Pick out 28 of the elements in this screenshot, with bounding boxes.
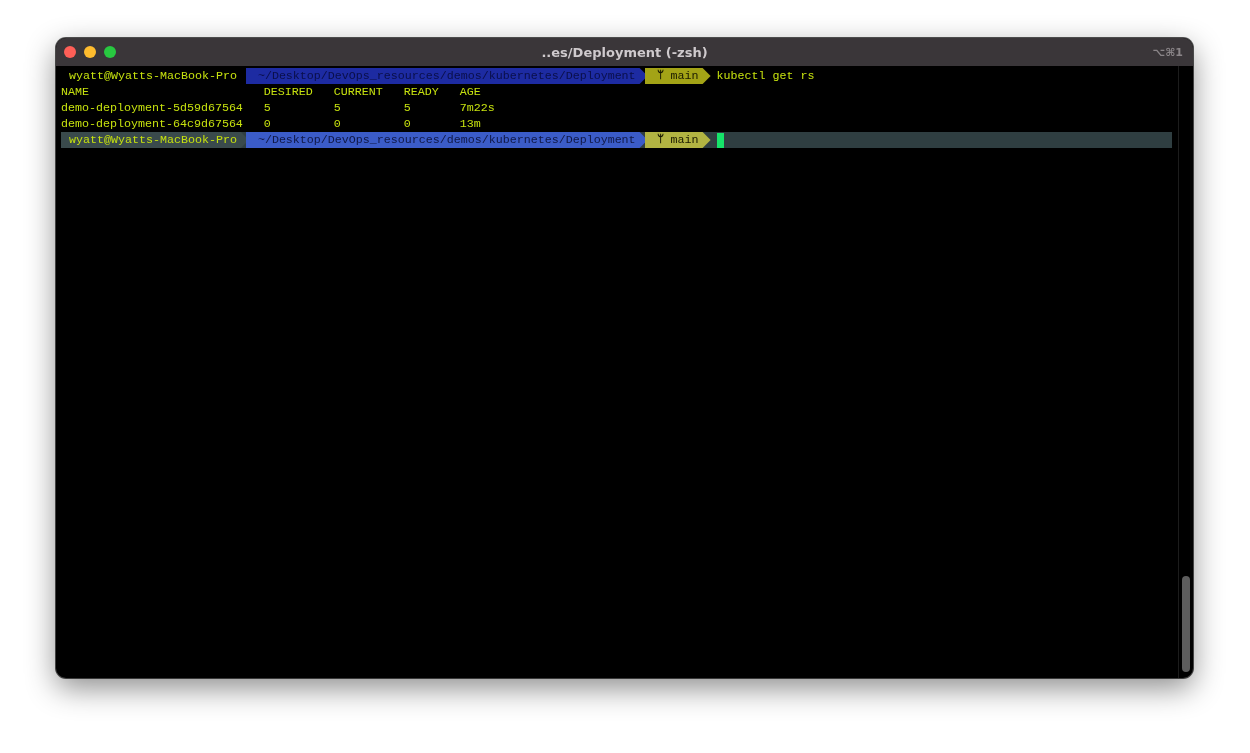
close-button[interactable] (64, 46, 76, 58)
prompt-branch: ᛘ main (644, 68, 711, 84)
command-text: kubectl get rs (716, 68, 815, 84)
table-cell: 13m (459, 116, 481, 132)
prompt-path: ~/Desktop/DevOps_resources/demos/kubernetes/Deployment (245, 132, 648, 148)
window-title: ..es/Deployment (-zsh) (541, 44, 708, 60)
scrollbar-thumb[interactable] (1182, 576, 1190, 672)
table-cell-text: 0 (403, 116, 412, 132)
table-cell-text: demo-deployment-5d59d67564 (61, 100, 244, 116)
table-cell-text: 0 (333, 116, 342, 132)
table-cell-text: 5 (263, 100, 272, 116)
column-header: READY (403, 84, 440, 100)
column-header: AGE (459, 84, 481, 100)
prompt-user: wyatt@Wyatts-MacBook-Pro (61, 132, 249, 148)
column-header: CURRENT (333, 84, 384, 100)
zoom-button[interactable] (104, 46, 116, 58)
text-cursor (716, 132, 724, 148)
minimize-button[interactable] (84, 46, 96, 58)
prompt-path: ~/Desktop/DevOps_resources/demos/kubernetes/Deployment (245, 68, 648, 84)
table-cell: 7m22s (459, 100, 495, 116)
shortcut-label: ⌥⌘1 (1152, 45, 1183, 59)
column-header: NAME (61, 84, 90, 100)
table-cell-text: 0 (263, 116, 272, 132)
prompt-branch: ᛘ main (644, 132, 711, 148)
column-header: DESIRED (263, 84, 314, 100)
table-cell-text: 5 (333, 100, 342, 116)
table-cell-text: demo-deployment-64c9d67564 (61, 116, 244, 132)
table-cell-text: 5 (403, 100, 412, 116)
